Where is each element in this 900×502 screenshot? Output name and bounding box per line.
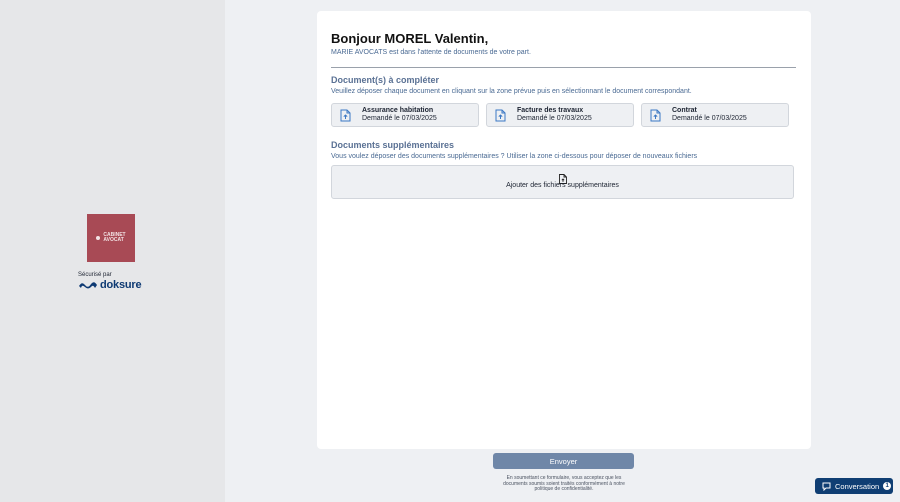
logo-line-2: AVOCAT [103,237,124,243]
divider [331,67,796,68]
document-requested-date: Demandé le 07/03/2025 [672,115,747,122]
document-requested-date: Demandé le 07/03/2025 [362,115,437,122]
file-upload-icon [650,109,670,122]
required-section-description: Veuillez déposer chaque document en cliq… [331,88,692,95]
required-section-title: Document(s) à compléter [331,75,440,85]
sidebar: CABINET AVOCAT Sécurisé par doksure [0,0,225,502]
firm-logo: CABINET AVOCAT [87,214,135,262]
document-requested-date: Demandé le 07/03/2025 [517,115,592,122]
send-button[interactable]: Envoyer [493,453,634,469]
brand-name: doksure [100,279,142,291]
unread-count-badge: 1 [883,482,892,490]
file-icon [332,171,793,184]
extra-section-description: Vous voulez déposer des documents supplé… [331,153,698,160]
document-slot-assurance[interactable]: Assurance habitation Demandé le 07/03/20… [331,103,479,127]
page-subtitle: MARIE AVOCATS est dans l'attente de docu… [331,49,531,56]
doksure-logo: doksure [78,279,142,291]
document-name: Assurance habitation [362,107,434,114]
add-extra-files-label: Ajouter des fichiers supplémentaires [506,182,619,189]
chat-bubble-icon [822,482,831,491]
logo-mark-icon [96,236,101,240]
doksure-mark-icon [79,282,97,289]
document-slot-contrat[interactable]: Contrat Demandé le 07/03/2025 [641,103,789,127]
secured-by-label: Sécurisé par [78,272,112,278]
main-card: Bonjour MOREL Valentin, MARIE AVOCATS es… [317,11,811,449]
legal-notice: En soumettant ce formulaire, vous accept… [503,475,625,492]
file-upload-icon [495,109,515,122]
document-name: Facture des travaux [517,107,584,114]
document-slot-facture[interactable]: Facture des travaux Demandé le 07/03/202… [486,103,634,127]
extra-section-title: Documents supplémentaires [331,140,455,150]
document-name: Contrat [672,107,697,114]
page-title: Bonjour MOREL Valentin, [331,31,489,46]
add-extra-files-dropzone[interactable]: Ajouter des fichiers supplémentaires [331,165,794,199]
conversation-label: Conversation [835,481,880,491]
conversation-button[interactable]: Conversation 1 [815,478,893,494]
file-upload-icon [340,109,360,122]
